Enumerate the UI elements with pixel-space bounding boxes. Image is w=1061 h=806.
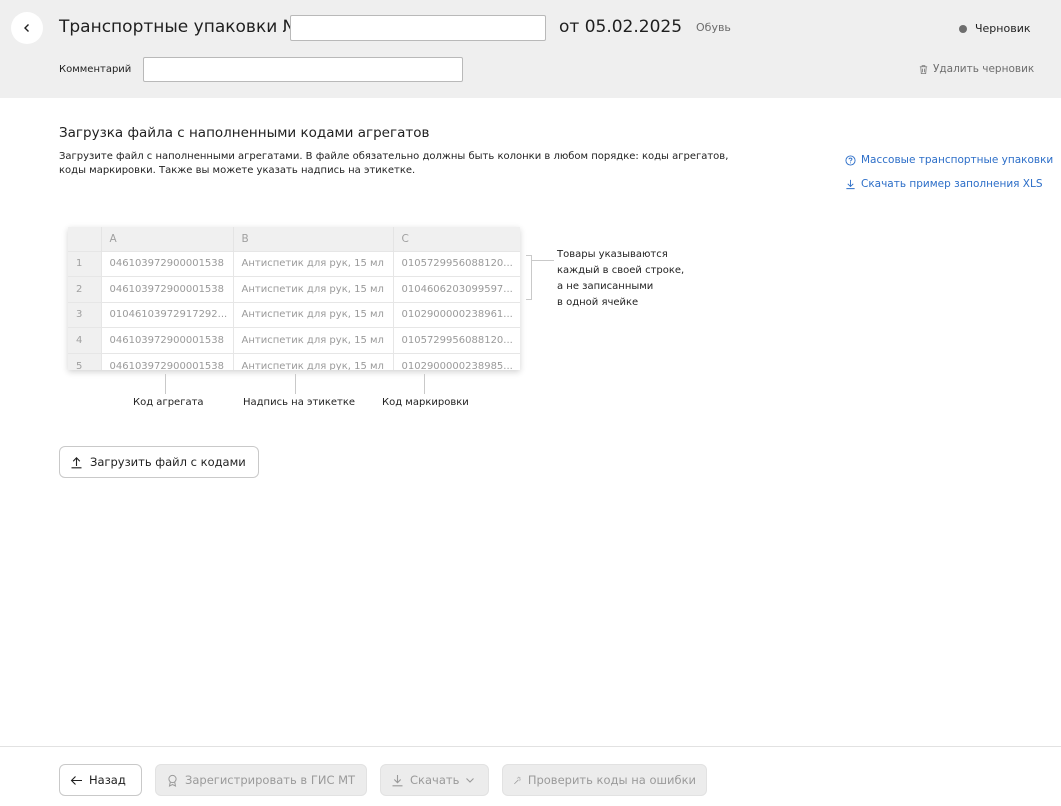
download-dropdown-button[interactable]: Скачать <box>380 764 489 796</box>
download-icon <box>846 179 855 189</box>
product-category: Обувь <box>696 21 731 34</box>
column-c-tick <box>424 374 425 394</box>
column-c-caption: Код маркировки <box>382 397 469 408</box>
column-header: A <box>101 227 234 251</box>
upload-file-label: Загрузить файл с кодами <box>90 455 246 469</box>
page-header: Транспортные упаковки № от 05.02.2025 Об… <box>0 0 1061 98</box>
table-row: 4 046103972900001538 Антиспетик для рук,… <box>68 327 520 354</box>
marking-code-cell: 0104606203099597... <box>393 276 520 303</box>
check-codes-button[interactable]: Проверить коды на ошибки <box>502 764 707 796</box>
mass-packages-link[interactable]: Массовые транспортные упаковки <box>845 153 1053 167</box>
upload-icon <box>71 456 82 468</box>
award-icon <box>168 774 177 787</box>
marking-code-cell: 0102900000238985... <box>393 352 520 370</box>
rows-note-line: в одной ячейке <box>557 297 639 308</box>
help-links: Массовые транспортные упаковки Скачать п… <box>845 153 1053 191</box>
row-number: 5 <box>68 352 102 370</box>
column-header: B <box>233 227 394 251</box>
table-row: 1 046103972900001538 Антиспетик для рук,… <box>68 250 520 277</box>
aggregate-code-cell: 046103972900001538 <box>101 250 234 277</box>
back-circle-button[interactable] <box>11 12 43 44</box>
sparkle-wand-icon <box>514 776 521 784</box>
column-a-caption: Код агрегата <box>133 397 204 408</box>
example-spreadsheet: A B C 1 046103972900001538 Антиспетик дл… <box>68 227 520 370</box>
rows-bracket <box>526 255 532 300</box>
help-circle-icon <box>845 154 856 166</box>
arrow-left-icon <box>70 775 82 785</box>
back-button-label: Назад <box>89 773 126 787</box>
label-text-cell: Антиспетик для рук, 15 мл <box>233 352 394 370</box>
page-title: Транспортные упаковки № <box>59 17 301 37</box>
row-number: 3 <box>68 301 102 328</box>
aggregate-code-cell: 046103972900001538 <box>101 327 234 354</box>
mass-packages-link-label: Массовые транспортные упаковки <box>861 154 1054 166</box>
rows-note-line: Товары указываются <box>557 249 668 260</box>
status-label: Черновик <box>975 22 1031 35</box>
download-icon <box>392 774 403 786</box>
marking-code-cell: 0105729956088120... <box>393 250 520 277</box>
label-text-cell: Антиспетик для рук, 15 мл <box>233 250 394 277</box>
aggregate-code-cell: 046103972900001538 <box>101 276 234 303</box>
table-header-row: A B C <box>68 227 520 251</box>
label-text-cell: Антиспетик для рук, 15 мл <box>233 276 394 303</box>
table-row: 2 046103972900001538 Антиспетик для рук,… <box>68 276 520 303</box>
status-badge: Черновик <box>959 22 1031 36</box>
package-number-input[interactable] <box>290 15 546 41</box>
aggregate-code-cell: 046103972900001538 <box>101 352 234 370</box>
column-b-tick <box>295 374 296 394</box>
section-title: Загрузка файла с наполненными кодами агр… <box>59 125 430 141</box>
row-number: 1 <box>68 250 102 277</box>
column-header: C <box>393 227 520 251</box>
download-example-link-label: Скачать пример заполнения XLS <box>861 178 1043 190</box>
example-table: A B C 1 046103972900001538 Антиспетик дл… <box>68 227 520 370</box>
download-label: Скачать <box>410 773 460 787</box>
rows-bracket-arm <box>532 260 554 261</box>
register-gis-label: Зарегистрировать в ГИС МТ <box>185 773 356 787</box>
rows-note-line: каждый в своей строке, <box>557 265 685 276</box>
table-row: 3 01046103972917292... Антиспетик для ру… <box>68 301 520 328</box>
footer-toolbar: Назад Зарегистрировать в ГИС МТ Скачать … <box>0 746 1061 806</box>
label-text-cell: Антиспетик для рук, 15 мл <box>233 301 394 328</box>
corner-cell <box>68 227 102 251</box>
label-text-cell: Антиспетик для рук, 15 мл <box>233 327 394 354</box>
download-example-link[interactable]: Скачать пример заполнения XLS <box>845 177 1053 191</box>
comment-input[interactable] <box>143 57 463 82</box>
column-a-tick <box>165 374 166 394</box>
chevron-left-icon <box>24 24 29 32</box>
trash-icon <box>919 64 928 74</box>
marking-code-cell: 0102900000238961... <box>393 301 520 328</box>
column-b-caption: Надпись на этикетке <box>243 397 356 408</box>
back-button[interactable]: Назад <box>59 764 142 796</box>
chevron-down-icon <box>466 778 475 783</box>
aggregate-code-cell: 01046103972917292... <box>101 301 234 328</box>
row-number: 2 <box>68 276 102 303</box>
delete-draft-button[interactable]: Удалить черновик <box>918 63 1034 75</box>
table-row: 5 046103972900001538 Антиспетик для рук,… <box>68 352 520 370</box>
section-description: Загрузите файл с наполненными агрегатами… <box>59 151 729 176</box>
row-number: 4 <box>68 327 102 354</box>
rows-note: Товары указываются каждый в своей строке… <box>557 247 697 311</box>
comment-label: Комментарий <box>59 64 132 75</box>
status-dot-icon <box>959 25 967 33</box>
rows-note-line: а не записанными <box>557 281 654 292</box>
delete-draft-label: Удалить черновик <box>933 63 1035 75</box>
check-codes-label: Проверить коды на ошибки <box>527 773 696 787</box>
upload-file-button[interactable]: Загрузить файл с кодами <box>59 446 259 478</box>
marking-code-cell: 0105729956088120... <box>393 327 520 354</box>
register-gis-button[interactable]: Зарегистрировать в ГИС МТ <box>155 764 367 796</box>
document-date: от 05.02.2025 <box>559 17 683 37</box>
